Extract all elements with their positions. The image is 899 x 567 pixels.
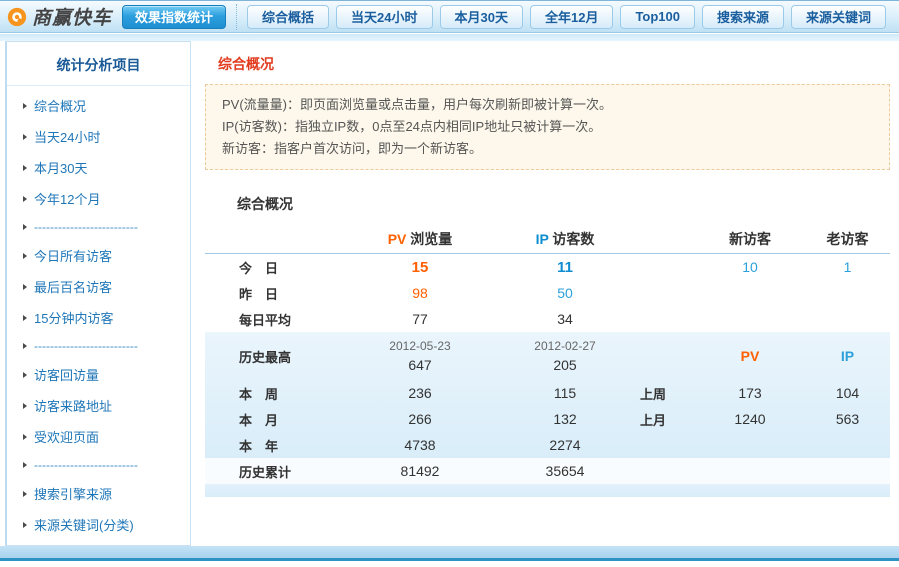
info-line-ip: IP(访客数)：指独立IP数，0点至24点内相同IP地址只被计算一次。 xyxy=(222,116,873,138)
main-content: 综合概况 PV(流量量)：即页面浏览量或点击量，用户每次刷新即被计算一次。 IP… xyxy=(193,41,899,546)
triangle-bullet-icon xyxy=(23,462,27,468)
ip-tag: IP xyxy=(805,348,890,364)
last-week-label: 上周 xyxy=(640,384,695,403)
col-header-old-visitor: 老访客 xyxy=(805,229,890,249)
sidebar-item[interactable]: 今日所有访客 xyxy=(7,240,190,271)
header-tab[interactable]: 全年12月 xyxy=(530,5,613,29)
col-header-pv: PV 浏览量 xyxy=(350,229,490,249)
footer-line xyxy=(0,558,899,561)
sidebar-item-label: 今年12个月 xyxy=(34,189,100,208)
footer-band xyxy=(0,546,899,558)
sidebar-item-label: -------------------------- xyxy=(34,339,138,353)
sidebar-item-label: 最后百名访客 xyxy=(34,277,112,296)
sidebar-item-label: 本月30天 xyxy=(34,158,87,177)
sidebar: 统计分析项目 综合概况 当天24小时 本月30天 今年12个月 --------… xyxy=(5,41,191,546)
last-month-label: 上月 xyxy=(640,410,695,429)
triangle-bullet-icon xyxy=(23,165,27,171)
table-section-title: 综合概况 xyxy=(237,194,899,214)
triangle-bullet-icon xyxy=(23,196,27,202)
triangle-bullet-icon xyxy=(23,491,27,497)
history-high-pv-value: 647 xyxy=(350,356,490,375)
header-tab[interactable]: 搜索来源 xyxy=(702,5,784,29)
header-tab[interactable]: 综合概括 xyxy=(247,5,329,29)
page-footer xyxy=(0,546,899,567)
col-header-ip: IP 访客数 xyxy=(490,229,640,249)
sidebar-item[interactable]: 当天24小时 xyxy=(7,121,190,152)
sidebar-item-label: 访客回访量 xyxy=(34,365,99,384)
logo-circle-icon xyxy=(6,6,28,28)
sidebar-item-label: 搜索引擎来源 xyxy=(34,484,112,503)
app-logo: 商赢快车 xyxy=(6,3,112,30)
header-bottom-strip xyxy=(0,34,899,41)
table-row-yesterday: 昨 日 98 50 xyxy=(205,280,890,306)
triangle-bullet-icon xyxy=(23,315,27,321)
sidebar-item[interactable]: 15分钟内访客 xyxy=(7,302,190,333)
logo-text: 商赢快车 xyxy=(32,3,112,30)
table-row-history-high: 历史最高 2012-05-23 647 2012-02-27 205 PV IP xyxy=(205,332,890,380)
sidebar-item-label: 访客来路地址 xyxy=(34,396,112,415)
sidebar-menu: 综合概况 当天24小时 本月30天 今年12个月 ---------------… xyxy=(7,90,190,546)
table-row-today: 今 日 15 11 10 1 xyxy=(205,254,890,280)
sidebar-item-label: 综合概况 xyxy=(34,96,86,115)
triangle-bullet-icon xyxy=(23,134,27,140)
sidebar-item[interactable]: 综合概况 xyxy=(7,90,190,121)
table-row-this-year: 本 年 4738 2274 xyxy=(205,432,890,458)
sidebar-divider[interactable]: -------------------------- xyxy=(7,333,190,359)
info-line-new-visitor: 新访客：指客户首次访问，即为一个新访客。 xyxy=(222,138,873,160)
triangle-bullet-icon xyxy=(23,403,27,409)
triangle-bullet-icon xyxy=(23,434,27,440)
sidebar-divider[interactable]: -------------------------- xyxy=(7,452,190,478)
history-high-pv-date: 2012-05-23 xyxy=(350,337,490,356)
triangle-bullet-icon xyxy=(23,103,27,109)
page-title: 综合概况 xyxy=(218,54,899,74)
header-tab[interactable]: 本月30天 xyxy=(440,5,523,29)
table-header-row: PV 浏览量 IP 访客数 新访客 老访客 xyxy=(205,224,890,254)
table-row-this-week: 本 周 236 115 上周 173 104 xyxy=(205,380,890,406)
triangle-bullet-icon xyxy=(23,284,27,290)
header-tab[interactable]: 当天24小时 xyxy=(336,5,432,29)
sidebar-item-label: 来源关键词(分类) xyxy=(34,515,134,534)
sidebar-item-label: 当天24小时 xyxy=(34,127,100,146)
sidebar-title: 统计分析项目 xyxy=(7,42,190,86)
stats-table: PV 浏览量 IP 访客数 新访客 老访客 今 日 15 11 10 1 昨 日… xyxy=(205,224,890,497)
sidebar-item[interactable]: 本月30天 xyxy=(7,152,190,183)
table-row-daily-average: 每日平均 77 34 xyxy=(205,306,890,332)
history-high-ip-value: 205 xyxy=(490,356,640,375)
pv-tag: PV xyxy=(695,348,805,364)
triangle-bullet-icon xyxy=(23,253,27,259)
sidebar-item-label: 受欢迎页面 xyxy=(34,427,99,446)
top-header-bar: 商赢快车 效果指数统计 综合概括 当天24小时 本月30天 全年12月 Top1… xyxy=(0,0,899,33)
sidebar-item[interactable]: 访客来路地址 xyxy=(7,390,190,421)
triangle-bullet-icon xyxy=(23,372,27,378)
sidebar-item-label: 15分钟内访客 xyxy=(34,308,113,327)
sidebar-item-label: 今日所有访客 xyxy=(34,246,112,265)
history-high-ip-date: 2012-02-27 xyxy=(490,337,640,356)
info-line-pv: PV(流量量)：即页面浏览量或点击量，用户每次刷新即被计算一次。 xyxy=(222,94,873,116)
table-bottom-strip xyxy=(205,484,890,497)
triangle-bullet-icon xyxy=(23,343,27,349)
tab-active-effect-index[interactable]: 效果指数统计 xyxy=(122,5,226,29)
sidebar-item[interactable]: 受欢迎页面 xyxy=(7,421,190,452)
sidebar-item-label: -------------------------- xyxy=(34,458,138,472)
sidebar-item-label: -------------------------- xyxy=(34,220,138,234)
triangle-bullet-icon xyxy=(23,224,27,230)
sidebar-item[interactable]: 来源关键词(分类) xyxy=(7,509,190,540)
header-tab[interactable]: 来源关键词 xyxy=(791,5,886,29)
header-tab-group: 综合概括 当天24小时 本月30天 全年12月 Top100 搜索来源 来源关键… xyxy=(247,5,893,29)
table-row-this-month: 本 月 266 132 上月 1240 563 xyxy=(205,406,890,432)
sidebar-item[interactable]: 搜索引擎来源 xyxy=(7,478,190,509)
col-header-new-visitor: 新访客 xyxy=(695,229,805,249)
header-tab[interactable]: Top100 xyxy=(620,5,695,29)
table-row-history-total: 历史累计 81492 35654 xyxy=(205,458,890,484)
tab-divider xyxy=(236,4,237,30)
sidebar-item[interactable]: 今年12个月 xyxy=(7,183,190,214)
definitions-info-box: PV(流量量)：即页面浏览量或点击量，用户每次刷新即被计算一次。 IP(访客数)… xyxy=(205,84,890,170)
sidebar-item[interactable]: 最后百名访客 xyxy=(7,271,190,302)
sidebar-item[interactable]: 访客回访量 xyxy=(7,359,190,390)
sidebar-divider[interactable]: -------------------------- xyxy=(7,214,190,240)
triangle-bullet-icon xyxy=(23,522,27,528)
